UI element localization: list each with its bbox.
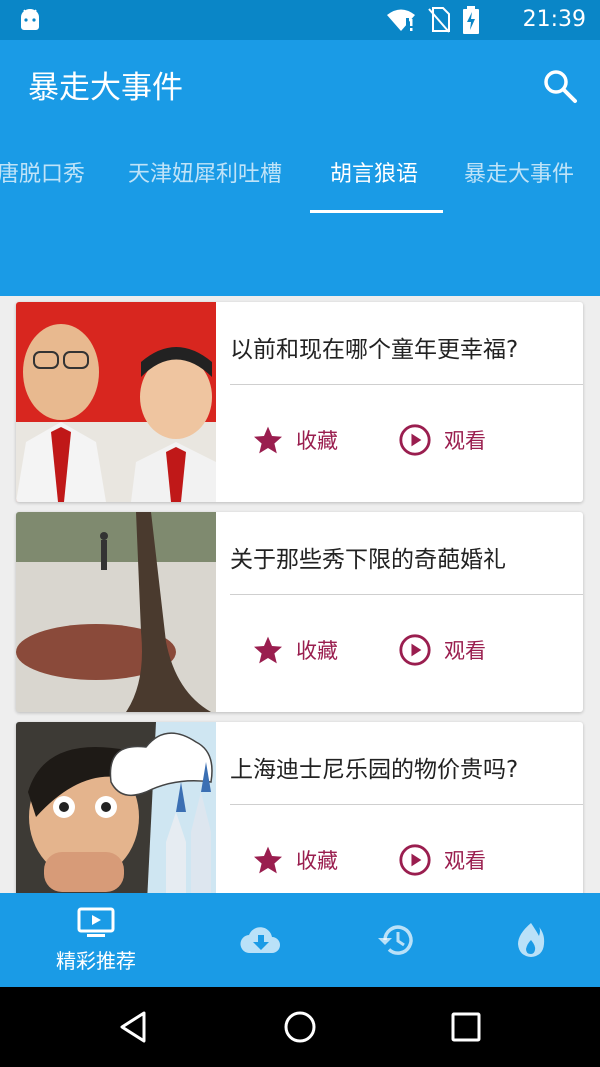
bottom-nav: 精彩推荐 xyxy=(0,893,600,987)
video-title[interactable]: 以前和现在哪个童年更幸福? xyxy=(230,330,518,364)
home-icon[interactable] xyxy=(278,1005,322,1049)
tab-tianjin-girl[interactable]: 天津妞犀利吐槽 xyxy=(128,150,282,214)
divider xyxy=(230,804,583,805)
tv-play-icon xyxy=(77,907,115,937)
play-circle-icon xyxy=(399,634,431,666)
battery-charging-icon xyxy=(463,6,479,34)
watch-button[interactable]: 观看 xyxy=(398,842,486,878)
back-icon[interactable] xyxy=(112,1005,156,1049)
tab-baozou-dashijian[interactable]: 暴走大事件 xyxy=(464,150,574,214)
favorite-button[interactable]: 收藏 xyxy=(252,632,338,668)
search-icon[interactable] xyxy=(542,68,578,104)
cloud-download-icon xyxy=(240,927,280,954)
watch-button[interactable]: 观看 xyxy=(398,632,486,668)
app-bar: 暴走大事件 唐脱口秀 天津妞犀利吐槽 胡言狼语 暴走大事件 xyxy=(0,40,600,296)
status-bar: 21:39 xyxy=(0,0,600,40)
video-thumbnail[interactable] xyxy=(16,302,216,502)
tab-bar: 唐脱口秀 天津妞犀利吐槽 胡言狼语 暴走大事件 xyxy=(0,150,600,214)
nav-item-history[interactable] xyxy=(321,893,471,987)
nav-item-recommended[interactable]: 精彩推荐 xyxy=(21,893,171,987)
status-time: 21:39 xyxy=(522,7,586,32)
divider xyxy=(230,384,583,385)
video-list[interactable]: 以前和现在哪个童年更幸福? 收藏 观看 关于那些秀下限的奇葩婚礼 收藏 观看 上… xyxy=(0,296,600,893)
video-thumbnail[interactable] xyxy=(16,722,216,893)
no-sim-icon xyxy=(428,7,450,33)
favorite-button[interactable]: 收藏 xyxy=(252,422,338,458)
nav-item-hot[interactable] xyxy=(456,893,600,987)
watch-label: 观看 xyxy=(444,429,486,453)
tab-active-indicator xyxy=(310,210,443,213)
nav-item-downloads[interactable] xyxy=(186,893,336,987)
video-title[interactable]: 关于那些秀下限的奇葩婚礼 xyxy=(230,540,506,574)
watch-label: 观看 xyxy=(444,639,486,663)
star-icon xyxy=(254,636,282,664)
star-icon xyxy=(254,846,282,874)
watch-label: 观看 xyxy=(444,849,486,873)
android-icon xyxy=(21,9,39,30)
nav-label-recommended: 精彩推荐 xyxy=(56,948,136,973)
favorite-label: 收藏 xyxy=(296,429,338,453)
video-card[interactable]: 关于那些秀下限的奇葩婚礼 收藏 观看 xyxy=(16,512,583,712)
wifi-icon xyxy=(387,9,415,31)
favorite-button[interactable]: 收藏 xyxy=(252,842,338,878)
page-title: 暴走大事件 xyxy=(28,70,183,106)
video-thumbnail[interactable] xyxy=(16,512,216,712)
watch-button[interactable]: 观看 xyxy=(398,422,486,458)
tab-huyan-langyu[interactable]: 胡言狼语 xyxy=(330,150,418,214)
video-title[interactable]: 上海迪士尼乐园的物价贵吗? xyxy=(230,750,518,784)
history-icon xyxy=(378,925,413,955)
play-circle-icon xyxy=(399,844,431,876)
video-card[interactable]: 上海迪士尼乐园的物价贵吗? 收藏 观看 xyxy=(16,722,583,893)
divider xyxy=(230,594,583,595)
favorite-label: 收藏 xyxy=(296,639,338,663)
video-card[interactable]: 以前和现在哪个童年更幸福? 收藏 观看 xyxy=(16,302,583,502)
star-icon xyxy=(254,426,282,454)
favorite-label: 收藏 xyxy=(296,849,338,873)
tab-tang-talkshow[interactable]: 唐脱口秀 xyxy=(0,150,85,214)
play-circle-icon xyxy=(399,424,431,456)
fire-icon xyxy=(518,923,545,957)
recents-icon[interactable] xyxy=(444,1005,488,1049)
system-nav-bar xyxy=(0,987,600,1067)
